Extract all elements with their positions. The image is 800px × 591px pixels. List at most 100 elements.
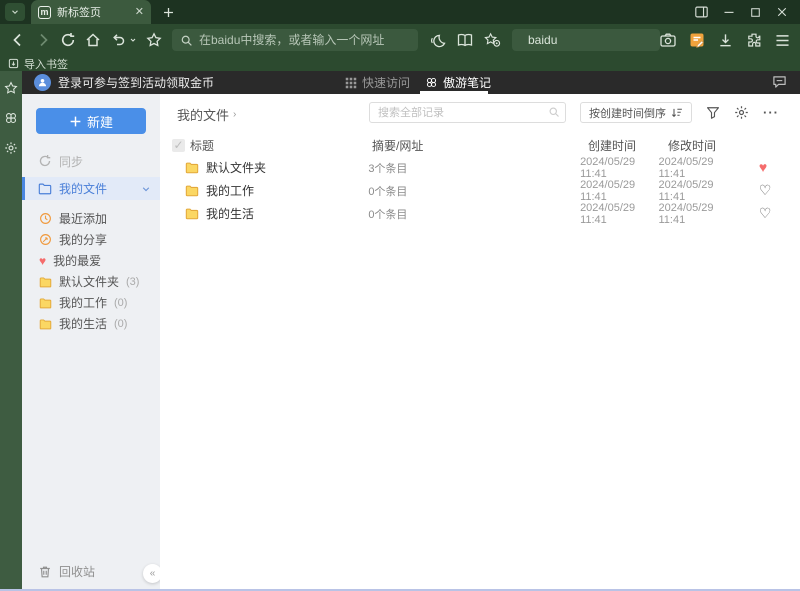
login-banner[interactable]: 登录可参与签到活动领取金币 bbox=[58, 74, 214, 91]
sort-order-button[interactable]: 按创建时间倒序 bbox=[580, 102, 692, 123]
user-icon bbox=[38, 78, 47, 87]
sidebar-item-favorites[interactable]: ♥ 我的最爱 bbox=[22, 250, 160, 271]
left-app-strip bbox=[0, 71, 22, 589]
row-title: 我的生活 bbox=[206, 207, 255, 221]
sync-button[interactable]: 同步 bbox=[22, 150, 160, 172]
tab-maxnote-label: 傲游笔记 bbox=[443, 76, 492, 90]
tab-quick-access[interactable]: 快速访问 bbox=[345, 71, 410, 94]
folder-icon bbox=[185, 208, 199, 220]
row-modified: 2024/05/29 11:41 bbox=[658, 155, 714, 180]
folder-icon bbox=[38, 183, 52, 195]
notes-search-input[interactable] bbox=[369, 102, 566, 123]
maxnote-app-icon[interactable] bbox=[4, 111, 18, 125]
view-settings-gear-icon[interactable] bbox=[734, 105, 749, 120]
tab-quick-access-label: 快速访问 bbox=[362, 76, 411, 90]
tab-close-icon[interactable]: ✕ bbox=[135, 6, 144, 18]
collapse-icon: « bbox=[149, 568, 156, 579]
browser-window: m 新标签页 ✕ 在baidu中搜索，或者输入一个网址 baidu 导入书签 登… bbox=[0, 0, 800, 591]
tab-list-button[interactable] bbox=[5, 3, 25, 21]
plus-icon bbox=[70, 116, 81, 126]
header-created[interactable]: 创建时间 bbox=[588, 137, 668, 154]
more-options-icon[interactable]: ··· bbox=[763, 106, 779, 119]
address-bar[interactable] bbox=[172, 29, 418, 51]
window-controls bbox=[695, 6, 800, 18]
undo-icon[interactable] bbox=[110, 32, 126, 48]
extensions-icon[interactable] bbox=[746, 32, 762, 48]
favorite-star-icon[interactable] bbox=[146, 32, 162, 48]
refresh-icon[interactable] bbox=[60, 32, 76, 48]
avatar[interactable] bbox=[34, 74, 51, 91]
chevron-down-icon[interactable] bbox=[141, 184, 151, 194]
forward-icon[interactable] bbox=[35, 32, 51, 48]
sidebar-item-life-folder[interactable]: 我的生活 (0) bbox=[22, 313, 160, 334]
breadcrumb[interactable]: 我的文件 › bbox=[177, 105, 236, 124]
home-icon[interactable] bbox=[85, 32, 101, 48]
night-mode-icon[interactable] bbox=[429, 33, 446, 48]
back-icon[interactable] bbox=[10, 32, 26, 48]
sidebar-item-label: 最近添加 bbox=[59, 212, 108, 226]
close-icon[interactable] bbox=[776, 6, 788, 18]
toolbar-right-icons bbox=[660, 32, 790, 48]
reading-mode-icon[interactable] bbox=[457, 33, 473, 47]
minimize-icon[interactable] bbox=[723, 6, 735, 18]
settings-gear-icon[interactable] bbox=[4, 141, 18, 155]
plus-icon bbox=[164, 7, 173, 17]
row-summary: 0个条目 bbox=[368, 208, 408, 221]
sidebar-item-work-folder[interactable]: 我的工作 (0) bbox=[22, 292, 160, 313]
item-count: (0) bbox=[114, 317, 128, 330]
favorite-toggle[interactable]: ♡ bbox=[759, 182, 772, 198]
sidebar-item-label: 我的最爱 bbox=[53, 254, 102, 268]
item-count: (0) bbox=[114, 296, 128, 309]
sidebar-sublist: 最近添加 我的分享 ♥ 我的最爱 默认文件夹 (3) 我的工作 (0) 我的生活… bbox=[22, 208, 160, 334]
page-column: 登录可参与签到活动领取金币 快速访问 傲游笔记 新建 同步 我的文件 最近添加 … bbox=[22, 71, 800, 589]
browser-tab[interactable]: m 新标签页 ✕ bbox=[31, 0, 151, 24]
trash-icon bbox=[40, 566, 50, 577]
table-row[interactable]: 我的工作 0个条目 2024/05/29 11:41 2024/05/29 11… bbox=[160, 179, 800, 203]
main-area: 登录可参与签到活动领取金币 快速访问 傲游笔记 新建 同步 我的文件 最近添加 … bbox=[0, 71, 800, 589]
tab-title: 新标签页 bbox=[57, 7, 101, 19]
screenshot-camera-icon[interactable] bbox=[660, 33, 676, 47]
search-icon bbox=[549, 107, 559, 117]
table-row[interactable]: 默认文件夹 3个条目 2024/05/29 11:41 2024/05/29 1… bbox=[160, 155, 800, 180]
row-title: 默认文件夹 bbox=[206, 161, 267, 175]
new-tab-button[interactable] bbox=[162, 6, 175, 19]
search-engine-box[interactable] bbox=[512, 29, 683, 51]
sort-desc-icon bbox=[671, 108, 682, 117]
row-created: 2024/05/29 11:41 bbox=[580, 201, 636, 226]
grid-icon bbox=[345, 77, 357, 88]
maxnote-icon bbox=[426, 77, 437, 88]
nav-buttons bbox=[10, 32, 162, 48]
search-icon bbox=[181, 35, 192, 46]
table-row[interactable]: 我的生活 0个条目 2024/05/29 11:41 2024/05/29 11… bbox=[160, 201, 800, 226]
window-layout-icon[interactable] bbox=[695, 6, 708, 18]
sidebar-item-trash[interactable]: 回收站 bbox=[38, 563, 95, 580]
item-count: (3) bbox=[126, 275, 140, 288]
download-icon[interactable] bbox=[718, 33, 733, 48]
favorites-star-icon[interactable] bbox=[4, 81, 18, 95]
sidebar-item-shares[interactable]: 我的分享 bbox=[22, 229, 160, 250]
notes-icon[interactable] bbox=[689, 32, 705, 48]
sidebar-item-label: 我的分享 bbox=[59, 233, 108, 247]
favorite-toggle[interactable]: ♡ bbox=[759, 205, 772, 221]
undo-menu-caret-icon[interactable] bbox=[129, 36, 137, 44]
select-all-checkbox[interactable]: ✓ bbox=[172, 138, 185, 152]
sidebar-item-my-files[interactable]: 我的文件 bbox=[22, 177, 160, 200]
address-input[interactable] bbox=[199, 33, 410, 47]
menu-icon[interactable] bbox=[775, 34, 790, 47]
filter-funnel-icon[interactable] bbox=[706, 106, 720, 120]
maximize-icon[interactable] bbox=[750, 7, 761, 18]
favorite-toggle[interactable]: ♥ bbox=[759, 159, 767, 175]
feedback-bubble-icon[interactable] bbox=[772, 75, 787, 89]
sidebar-item-default-folder[interactable]: 默认文件夹 (3) bbox=[22, 271, 160, 292]
breadcrumb-arrow-icon: › bbox=[233, 109, 237, 120]
header-summary[interactable]: 摘要/网址 bbox=[372, 137, 588, 154]
import-bookmarks-button[interactable]: 导入书签 bbox=[24, 56, 68, 72]
header-modified[interactable]: 修改时间 bbox=[668, 137, 752, 154]
maxthon-logo-icon: m bbox=[38, 5, 51, 19]
header-title[interactable]: 标题 bbox=[190, 137, 372, 154]
notes-search[interactable] bbox=[369, 102, 566, 123]
sidebar-item-recent[interactable]: 最近添加 bbox=[22, 208, 160, 229]
new-note-button[interactable]: 新建 bbox=[36, 108, 146, 134]
folder-icon bbox=[39, 318, 52, 329]
favorites-manager-icon[interactable] bbox=[484, 32, 501, 48]
